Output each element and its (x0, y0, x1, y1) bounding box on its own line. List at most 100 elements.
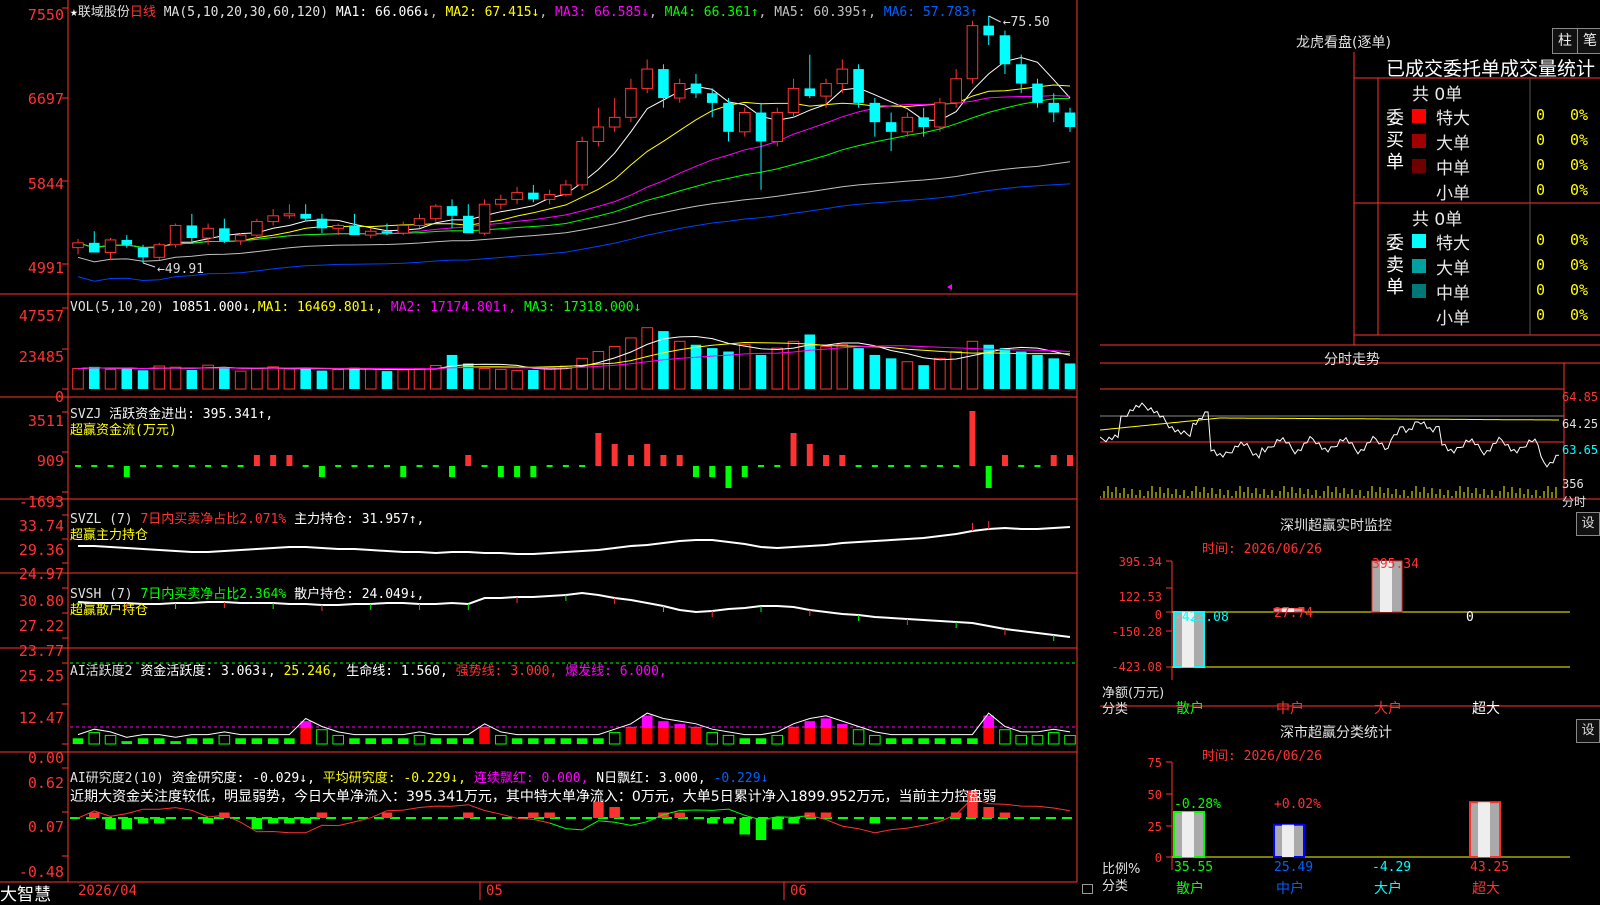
order-percent: 0% (1570, 131, 1589, 149)
sz-stats-chart[interactable] (1166, 761, 1570, 870)
volume-bar-up (267, 366, 279, 390)
active-bar (154, 738, 165, 744)
sz1-value-label: 395.34 (1372, 557, 1419, 572)
svzj-panel[interactable] (75, 411, 1073, 488)
flow-tick (920, 465, 927, 467)
active-bar-burst (690, 726, 702, 728)
candle-body-down (804, 88, 816, 97)
ai1-life: 生命线: 1.560, (346, 664, 448, 679)
volume-bar-down (706, 348, 718, 389)
flow-tick (237, 465, 244, 467)
active-bar (950, 738, 962, 744)
sz-stats-title: 深市超赢分类统计 (1280, 725, 1392, 741)
active-bar-burst (641, 715, 653, 728)
dragon-title: 龙虎看盘(逐单) (1296, 35, 1391, 51)
flow-bar-out (514, 466, 521, 477)
candle-body-up (608, 116, 621, 128)
legend-swatch (1412, 284, 1426, 298)
active-bar-strong (641, 728, 653, 744)
stock-name[interactable]: 联域股份 (78, 5, 130, 20)
active-bar (121, 741, 133, 744)
volume-bar-up (511, 370, 523, 390)
active-bar (918, 738, 929, 744)
flow-tick (75, 465, 81, 467)
volume-bar-down (300, 368, 311, 389)
lock-icon[interactable] (1082, 884, 1093, 894)
candle-body-up (478, 203, 491, 234)
candle-body-down (528, 192, 539, 200)
flow-tick (140, 465, 147, 467)
vol-value: 10851.000↓, (171, 300, 258, 315)
volume-bar-down (885, 358, 897, 389)
research-bar-down (202, 818, 214, 824)
research-bar-up (999, 812, 1011, 818)
candle-body-down (446, 206, 458, 216)
flow-bar-in (1067, 455, 1073, 466)
vol-header: VOL(5,10,20) 10851.000↓,MA1: 16469.801↓,… (70, 300, 641, 315)
intraday-chart[interactable] (1100, 363, 1565, 499)
ma2-value: MA2: 67.415↓ (445, 5, 540, 20)
research-bar-down (154, 818, 165, 824)
kline-header: ★联域股份日线 MA(5,10,20,30,60,120) MA1: 66.06… (70, 5, 978, 20)
candle-body-down (121, 239, 133, 245)
vol-ma3: MA3: 17318.000↓ (523, 300, 642, 315)
kline-axis-label: 7550 (27, 6, 64, 24)
research-bar-up (528, 812, 539, 818)
kline-axis-label: 4991 (27, 259, 64, 277)
flow-bar-out (400, 466, 407, 477)
legend-swatch (1412, 259, 1426, 273)
low-price-label: ←49.91 (157, 262, 204, 277)
intraday-axis-label: 64.25 (1562, 417, 1599, 431)
volume-bar-down (1032, 354, 1043, 389)
sz-stats-time: 时间: 2026/06/26 (1202, 749, 1322, 764)
flow-bar-in (806, 444, 813, 466)
sz-stats-settings-button[interactable]: 设 (1576, 719, 1600, 743)
research-bar-down (755, 818, 767, 840)
flow-tick (871, 465, 878, 467)
order-count: 0 (1536, 156, 1546, 174)
flow-bar-in (286, 455, 293, 466)
ai1-v2: 25.246, (283, 664, 339, 679)
bar-mode-button[interactable]: 柱 (1552, 28, 1578, 54)
sz1-category-label: 散户 (1176, 701, 1204, 717)
period-label[interactable]: 日线 (130, 5, 156, 20)
research-bar-up (316, 812, 328, 818)
flow-tick (953, 465, 960, 467)
volume-ma-line-1 (77, 335, 1071, 371)
sz-monitor-title: 深圳超赢实时监控 (1280, 518, 1392, 534)
sz2-bar-highlight (1282, 824, 1294, 857)
legend-swatch (1412, 109, 1426, 123)
research-bar-down (137, 818, 149, 824)
flow-bar-in (270, 455, 277, 466)
volume-panel[interactable] (72, 327, 1076, 390)
flow-bar-out (709, 466, 716, 477)
ai2-axis-label: -0.48 (18, 863, 64, 881)
volume-bar-up (738, 344, 751, 390)
candle-body-down (755, 112, 767, 142)
main-chart-area[interactable]: ←75.50 ←49.91 (0, 0, 1100, 900)
flow-bar-out (530, 466, 537, 477)
flow-bar-out (725, 466, 732, 488)
ai2-axis-label: 0.07 (27, 818, 64, 836)
candle-body-up (950, 78, 962, 104)
candle-body-up (641, 68, 653, 89)
sz-monitor-xlabel: 分类 (1102, 702, 1129, 717)
order-percent: 0% (1570, 181, 1589, 199)
sz-monitor-settings-button[interactable]: 设 (1576, 512, 1600, 536)
flow-tick (579, 465, 586, 467)
sz2-category-label: 大户 (1374, 881, 1402, 897)
candle-body-up (511, 192, 523, 200)
flow-tick (302, 465, 309, 467)
volume-bar-down (999, 348, 1011, 389)
flow-tick (107, 465, 114, 467)
active-bar-strong (479, 728, 490, 744)
active-bar-outline (413, 734, 426, 745)
kline-panel[interactable]: ←75.50 ←49.91 (72, 15, 1076, 290)
active-bar-outline (852, 729, 865, 745)
active-bar-strong (658, 728, 669, 744)
sz2-bar-highlight (1478, 802, 1490, 857)
flow-tick (156, 465, 163, 467)
candle-body-down (88, 242, 100, 253)
order-size-label: 中单 (1436, 159, 1470, 179)
tick-mode-button[interactable]: 笔 (1577, 28, 1600, 54)
